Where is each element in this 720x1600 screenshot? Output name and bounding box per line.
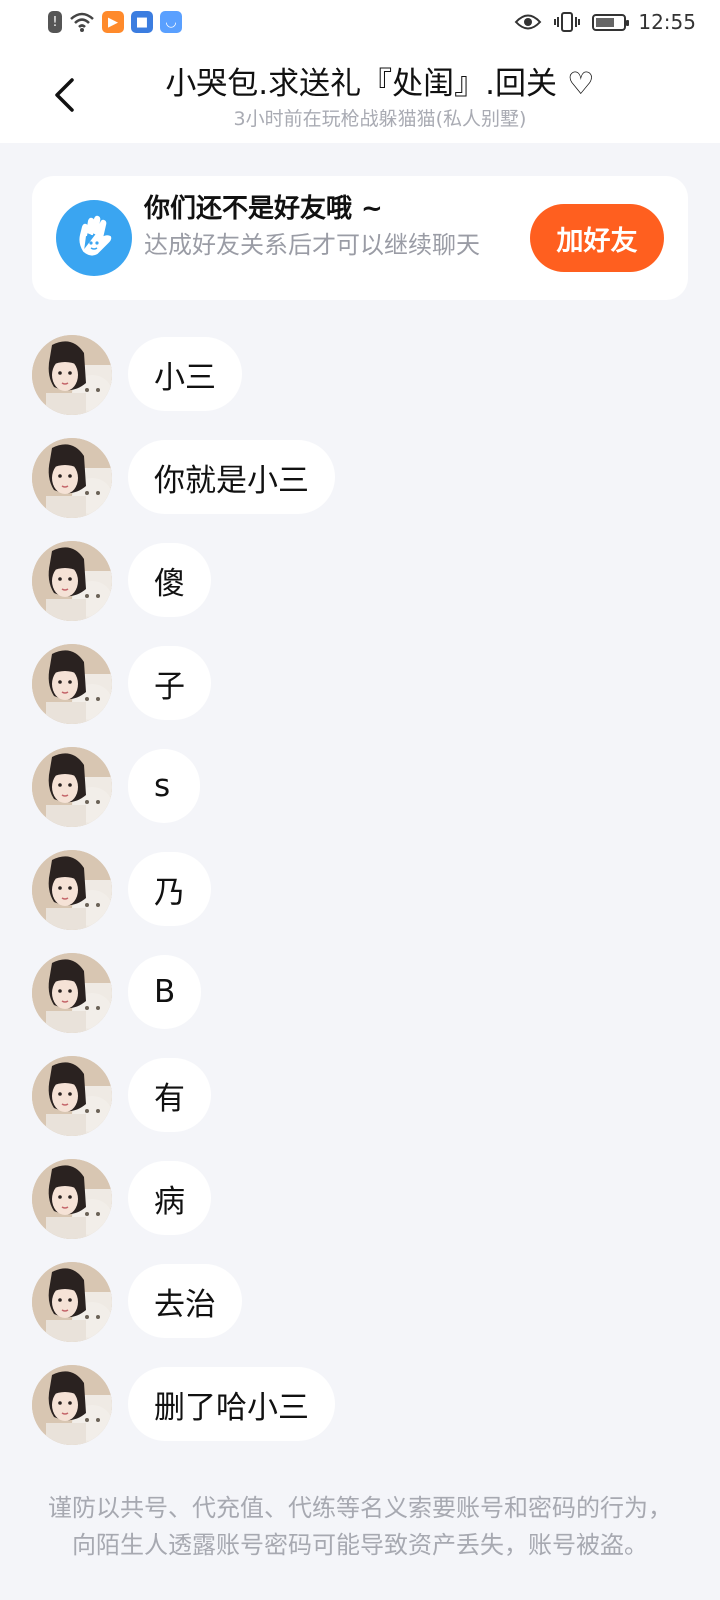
message-row: 有	[0, 1056, 720, 1159]
video-app-icon: ▶	[102, 11, 124, 33]
message-bubble[interactable]: 有	[128, 1058, 211, 1132]
message-bubble[interactable]: 傻	[128, 543, 211, 617]
message-bubble[interactable]: B	[128, 955, 202, 1029]
system-status: 12:55	[514, 10, 696, 34]
chevron-left-icon	[55, 78, 74, 112]
message-row: 子	[0, 644, 720, 747]
battery-icon	[592, 13, 630, 31]
message-row: B	[0, 953, 720, 1056]
message-bubble[interactable]: 乃	[128, 852, 211, 926]
wifi-icon	[70, 12, 94, 32]
app-icon: ■	[131, 11, 153, 33]
message-bubble[interactable]: 删了哈小三	[128, 1367, 335, 1441]
message-row: 病	[0, 1159, 720, 1262]
notification-icons: ! ▶ ■ ◡	[48, 11, 182, 33]
avatar[interactable]	[32, 850, 112, 930]
message-row: 乃	[0, 850, 720, 953]
message-bubble[interactable]: 病	[128, 1161, 211, 1235]
message-row: 你就是小三	[0, 438, 720, 541]
message-row: 傻	[0, 541, 720, 644]
avatar[interactable]	[32, 1365, 112, 1445]
clock: 12:55	[638, 10, 696, 34]
chat-subtitle: 3小时前在玩枪战躲猫猫(私人别墅)	[233, 108, 527, 130]
security-notice: 谨防以共号、代充值、代练等名义索要账号和密码的行为，向陌生人透露账号密码可能导致…	[48, 1494, 672, 1559]
hand-wave-icon	[56, 200, 132, 276]
message-list: 小三 你就是小三 傻 子 s 乃 B 有 病 去治 删了哈小三	[0, 335, 720, 1468]
avatar[interactable]	[32, 541, 112, 621]
chat-title[interactable]: 小哭包.求送礼『处闺』.回关 ♡	[100, 58, 660, 103]
friend-card-title: 你们还不是好友哦 ~	[144, 194, 383, 224]
chat-header: 小哭包.求送礼『处闺』.回关 ♡ 3小时前在玩枪战躲猫猫(私人别墅)	[0, 48, 720, 143]
avatar[interactable]	[32, 1159, 112, 1239]
avatar[interactable]	[32, 335, 112, 415]
avatar[interactable]	[32, 438, 112, 518]
message-row: s	[0, 747, 720, 850]
message-row: 小三	[0, 335, 720, 438]
message-bubble[interactable]: 去治	[128, 1264, 242, 1338]
message-row: 删了哈小三	[0, 1365, 720, 1468]
vibrate-icon	[554, 12, 581, 32]
avatar[interactable]	[32, 1262, 112, 1342]
add-friend-button[interactable]: 加好友	[530, 204, 664, 272]
avatar[interactable]	[32, 953, 112, 1033]
back-button[interactable]	[44, 70, 84, 120]
message-bubble[interactable]: 你就是小三	[128, 440, 335, 514]
message-row: 去治	[0, 1262, 720, 1365]
alert-icon: !	[48, 11, 62, 33]
friend-card-description: 达成好友关系后才可以继续聊天	[144, 231, 480, 259]
status-bar: ! ▶ ■ ◡ 12:55	[0, 0, 720, 48]
message-bubble[interactable]: s	[128, 749, 200, 823]
avatar[interactable]	[32, 747, 112, 827]
message-bubble[interactable]: 子	[128, 646, 211, 720]
avatar[interactable]	[32, 1056, 112, 1136]
eye-icon	[514, 14, 542, 30]
app-icon-2: ◡	[160, 11, 182, 33]
message-bubble[interactable]: 小三	[128, 337, 242, 411]
avatar[interactable]	[32, 644, 112, 724]
friend-request-card: 你们还不是好友哦 ~ 达成好友关系后才可以继续聊天 加好友	[32, 176, 688, 300]
